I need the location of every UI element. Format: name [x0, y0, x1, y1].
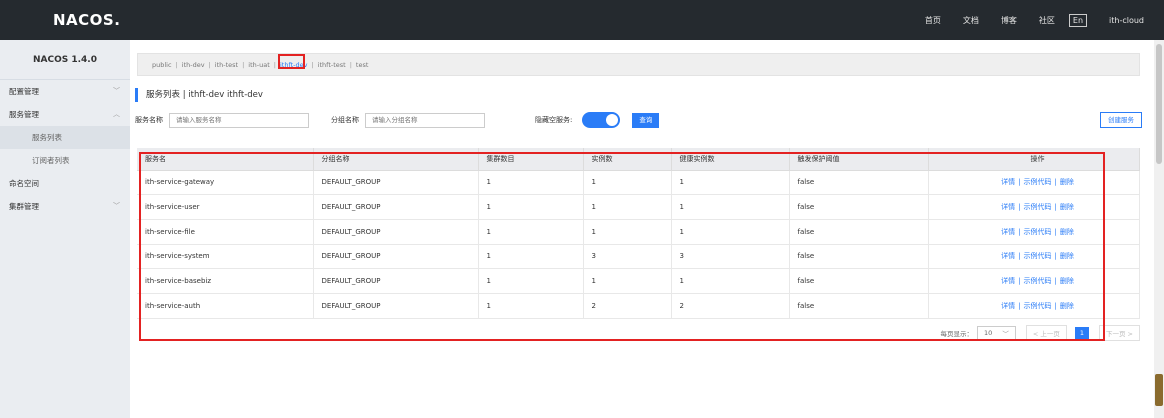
nav-docs[interactable]: 文档 — [963, 15, 979, 26]
sidebar-item-3[interactable]: 订阅者列表 — [0, 149, 130, 172]
namespace-link-3[interactable]: ith-uat — [248, 61, 269, 69]
namespace-separator: | — [349, 60, 352, 69]
top-nav: 首页 文档 博客 社区 En ith-cloud — [903, 0, 1144, 40]
table-highlight-box — [139, 152, 1105, 341]
side-widget-icon[interactable] — [1155, 374, 1163, 406]
namespace-separator: | — [208, 60, 211, 69]
sidebar-item-4[interactable]: 命名空间 — [0, 172, 130, 195]
sidebar-item-label: 服务列表 — [32, 133, 62, 142]
sidebar-item-0[interactable]: 配置管理 ﹀ — [0, 80, 130, 103]
group-name-input[interactable] — [365, 112, 485, 128]
namespace-link-5[interactable]: ithft-test — [318, 61, 346, 69]
create-service-button[interactable]: 创建服务 — [1100, 112, 1142, 128]
user-name[interactable]: ith-cloud — [1109, 16, 1144, 25]
toggle-knob — [606, 114, 619, 126]
nav-blog[interactable]: 博客 — [1001, 15, 1017, 26]
hide-empty-label: 隐藏空服务: — [535, 116, 573, 124]
next-page-button[interactable]: 下一页 > — [1098, 325, 1140, 341]
sidebar-item-2[interactable]: 服务列表 — [0, 126, 130, 149]
scrollbar-thumb[interactable] — [1156, 44, 1162, 164]
nacos-logo[interactable]: NACOS. — [53, 11, 120, 29]
namespace-highlight-box — [278, 54, 305, 69]
nav-home[interactable]: 首页 — [925, 15, 941, 26]
namespace-separator: | — [273, 60, 276, 69]
namespace-link-1[interactable]: ith-dev — [182, 61, 205, 69]
chevron-icon: ﹀ — [113, 202, 120, 210]
namespace-link-0[interactable]: public — [152, 61, 172, 69]
sidebar-item-label: 命名空间 — [9, 179, 39, 188]
sidebar-item-label: 服务管理 — [9, 110, 39, 119]
service-name-label: 服务名称 — [135, 116, 163, 124]
sidebar-item-5[interactable]: 集群管理 ﹀ — [0, 195, 130, 218]
sidebar: NACOS 1.4.0 配置管理 ﹀ 服务管理 ︿ 服务列表订阅者列表命名空间集群管理 ﹀ — [0, 40, 130, 418]
namespace-link-2[interactable]: ith-test — [215, 61, 238, 69]
sidebar-item-1[interactable]: 服务管理 ︿ — [0, 103, 130, 126]
chevron-icon: ︿ — [113, 110, 120, 118]
chevron-icon: ﹀ — [113, 87, 120, 95]
nav-community[interactable]: 社区 — [1039, 15, 1055, 26]
group-name-label: 分组名称 — [331, 116, 359, 124]
page-scrollbar[interactable] — [1154, 40, 1164, 418]
sidebar-item-label: 集群管理 — [9, 202, 39, 211]
namespace-separator: | — [175, 60, 178, 69]
language-switch[interactable]: En — [1068, 13, 1088, 27]
namespace-separator: | — [242, 60, 245, 69]
sidebar-item-label: 配置管理 — [9, 87, 39, 96]
hide-empty-toggle[interactable] — [582, 112, 621, 128]
filter-bar: 服务名称 分组名称 隐藏空服务: 查询 创建服务 — [135, 112, 1145, 128]
version-title: NACOS 1.4.0 — [0, 40, 130, 80]
query-button[interactable]: 查询 — [632, 112, 660, 128]
page-title: 服务列表 | ithft-dev ithft-dev — [135, 88, 263, 102]
top-header: NACOS. 首页 文档 博客 社区 En ith-cloud — [0, 0, 1164, 40]
sidebar-item-label: 订阅者列表 — [32, 156, 70, 165]
namespace-link-6[interactable]: test — [356, 61, 368, 69]
service-name-input[interactable] — [169, 112, 309, 128]
namespace-separator: | — [311, 60, 314, 69]
